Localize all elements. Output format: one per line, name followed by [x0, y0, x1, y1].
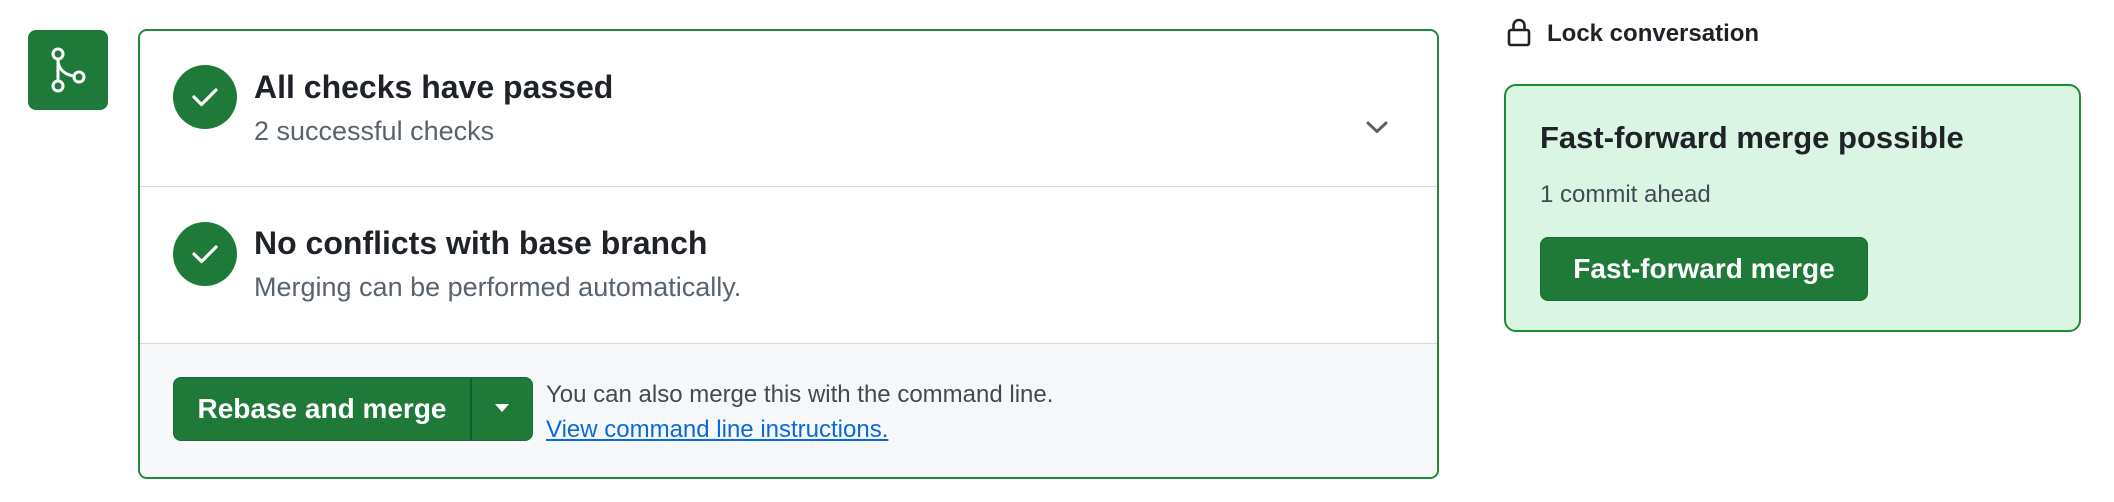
checks-title: All checks have passed [254, 69, 614, 105]
merge-actions-section: Rebase and merge You can also merge this… [140, 344, 1437, 477]
lock-icon [1505, 16, 1533, 53]
merge-options-dropdown-button[interactable] [472, 378, 532, 440]
commits-ahead-text: 1 commit ahead [1540, 181, 1711, 208]
fast-forward-panel: Fast-forward merge possible 1 commit ahe… [1504, 84, 2081, 332]
rebase-and-merge-button[interactable]: Rebase and merge [174, 378, 470, 440]
checks-subtitle: 2 successful checks [254, 116, 495, 146]
conflicts-subtitle: Merging can be performed automatically. [254, 272, 742, 302]
merge-box: All checks have passed 2 successful chec… [138, 29, 1439, 479]
pull-request-merge-area: All checks have passed 2 successful chec… [0, 0, 2114, 502]
command-line-instructions-link[interactable]: View command line instructions. [546, 416, 888, 444]
fast-forward-title: Fast-forward merge possible [1540, 120, 1964, 155]
check-icon [173, 222, 237, 286]
fast-forward-merge-button[interactable]: Fast-forward merge [1540, 237, 1868, 301]
merge-split-button: Rebase and merge [173, 377, 533, 441]
git-merge-icon [28, 30, 108, 110]
triangle-down-icon [494, 400, 510, 418]
lock-conversation-button[interactable]: Lock conversation [1505, 14, 1759, 54]
lock-conversation-label: Lock conversation [1547, 20, 1760, 47]
chevron-down-icon[interactable] [1361, 111, 1393, 143]
checks-section[interactable]: All checks have passed 2 successful chec… [140, 31, 1437, 187]
check-icon [173, 65, 237, 129]
command-line-hint: You can also merge this with the command… [546, 381, 1054, 408]
conflicts-title: No conflicts with base branch [254, 225, 708, 261]
conflicts-section: No conflicts with base branch Merging ca… [140, 187, 1437, 344]
